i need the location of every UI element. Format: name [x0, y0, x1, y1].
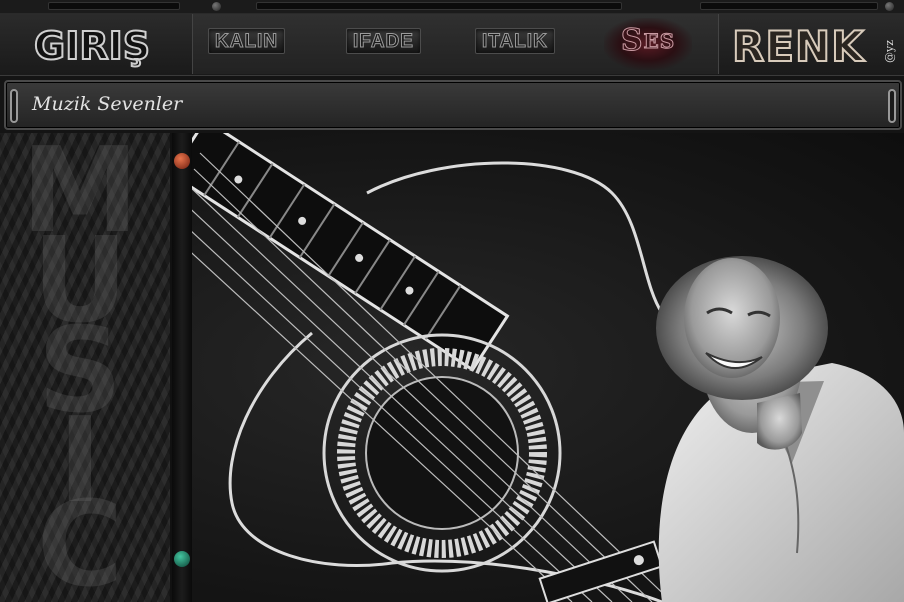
rail-dot [885, 2, 894, 11]
rail-slot [48, 2, 180, 10]
signature-text: @yz [883, 40, 896, 64]
woman-figure [656, 256, 904, 602]
guitar-neck [192, 133, 510, 372]
top-rail [0, 0, 904, 14]
sound-label-sup: ES [643, 29, 676, 54]
scroll-pin-right-icon [888, 89, 896, 123]
rail-slot [700, 2, 878, 10]
rail-dot [212, 2, 221, 11]
red-orb-icon[interactable] [174, 153, 190, 169]
menu-bar: GIRIŞ KALIN IFADE ITALIK SES RENK @yz [0, 14, 904, 76]
title-bar: Muzik Sevenler [4, 80, 902, 130]
sidebar-music-panel: M U S I C [0, 133, 172, 602]
vertical-scroll-rail[interactable] [172, 133, 192, 602]
sidebar-letter: C [36, 475, 124, 602]
green-orb-icon[interactable] [174, 551, 190, 567]
rail-slot [256, 2, 622, 10]
giris-logo-button[interactable]: GIRIŞ [33, 23, 151, 69]
italic-button[interactable]: ITALIK [475, 28, 555, 54]
scroll-pin-left-icon [10, 89, 18, 123]
color-button[interactable]: RENK [731, 21, 865, 72]
expression-button[interactable]: IFADE [346, 28, 421, 54]
guitar-woman-artwork [192, 133, 904, 602]
sound-button[interactable]: SES [604, 18, 692, 70]
room-title: Muzik Sevenler [32, 93, 183, 115]
guitar-bridge [538, 540, 664, 602]
artwork-panel [192, 133, 904, 602]
sound-hole [322, 333, 562, 573]
bold-button[interactable]: KALIN [208, 28, 286, 54]
sound-label-main: S [620, 23, 644, 59]
